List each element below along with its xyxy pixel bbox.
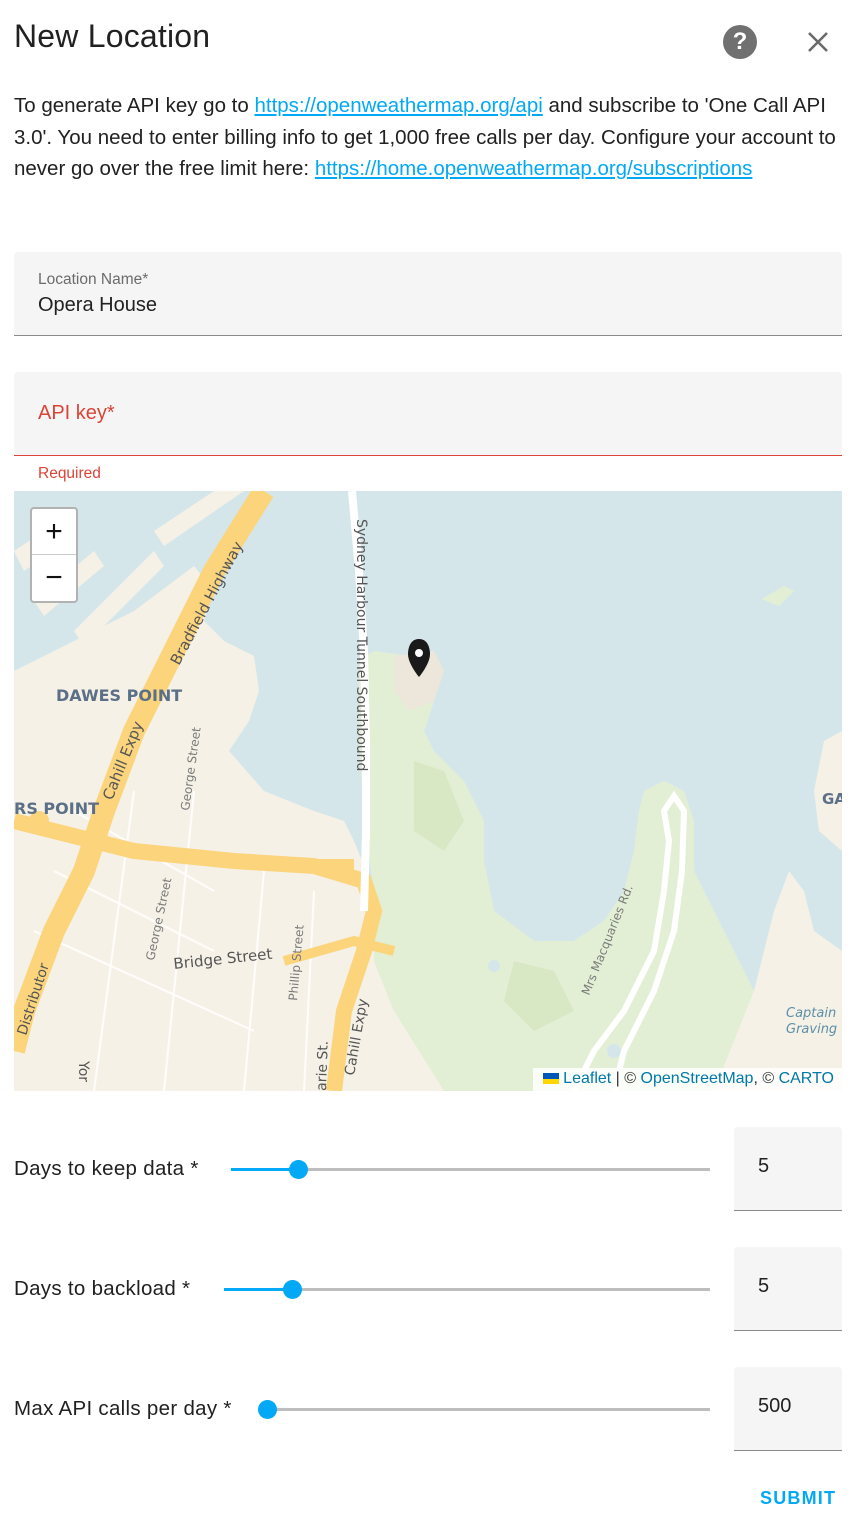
days-to-keep-thumb[interactable] (288, 1160, 308, 1179)
osm-link[interactable]: OpenStreetMap (641, 1070, 754, 1087)
close-icon[interactable] (800, 24, 836, 60)
submit-button[interactable]: SUBMIT (760, 1488, 836, 1509)
days-to-backload-row: Days to backload * (14, 1247, 842, 1331)
intro-text-1: To generate API key go to (14, 94, 255, 117)
field-underline (14, 455, 842, 456)
zoom-in-button[interactable]: + (32, 509, 76, 555)
location-name-label: Location Name* (38, 271, 149, 288)
location-name-field[interactable]: Location Name* (14, 252, 842, 336)
map-label-captain-1: Captain (786, 1006, 836, 1021)
max-api-calls-input[interactable] (758, 1395, 828, 1418)
api-key-helper: Required (38, 465, 101, 482)
api-link[interactable]: https://openweathermap.org/api (254, 94, 542, 117)
field-underline (14, 335, 842, 336)
ukraine-flag-icon (543, 1073, 560, 1084)
max-api-calls-row: Max API calls per day * (14, 1367, 842, 1451)
leaflet-link[interactable]: Leaflet (563, 1070, 611, 1087)
days-to-backload-thumb[interactable] (282, 1280, 302, 1299)
map-label-ga: GA (822, 790, 842, 808)
help-icon[interactable]: ? (723, 25, 757, 59)
max-api-calls-track[interactable] (267, 1408, 710, 1411)
days-to-keep-field[interactable] (734, 1127, 842, 1211)
location-name-input[interactable] (38, 294, 818, 317)
map-label-captain-2: Graving (786, 1022, 837, 1037)
api-key-field[interactable]: API key* (14, 372, 842, 456)
map-attribution: Leaflet | © OpenStreetMap, © CARTO (533, 1068, 842, 1091)
attribution-sep-1: | © (611, 1070, 641, 1087)
dialog-title: New Location (14, 18, 211, 54)
max-api-calls-field[interactable] (734, 1367, 842, 1451)
map-tiles[interactable]: DAWES POINT RS POINT GA Bradfield Highwa… (14, 491, 842, 1091)
subscriptions-link[interactable]: https://home.openweathermap.org/subscrip… (315, 157, 753, 180)
days-to-keep-row: Days to keep data * (14, 1127, 842, 1211)
max-api-calls-label: Max API calls per day * (14, 1397, 232, 1420)
field-underline (734, 1450, 842, 1451)
map-label-dawes-point: DAWES POINT (56, 686, 182, 705)
location-map[interactable]: DAWES POINT RS POINT GA Bradfield Highwa… (14, 491, 842, 1091)
carto-link[interactable]: CARTO (779, 1070, 834, 1087)
days-to-keep-fill (231, 1168, 299, 1171)
zoom-out-button[interactable]: − (32, 555, 76, 601)
dialog-header: New Location ? (0, 0, 853, 80)
days-to-backload-fill (224, 1288, 293, 1291)
days-to-keep-input[interactable] (758, 1155, 828, 1178)
days-to-backload-field[interactable] (734, 1247, 842, 1331)
map-label-york: Yor (75, 1060, 91, 1082)
days-to-backload-label: Days to backload * (14, 1277, 191, 1300)
max-api-calls-thumb[interactable] (257, 1400, 277, 1419)
field-underline (734, 1210, 842, 1211)
intro-text: To generate API key go to https://openwe… (14, 90, 844, 185)
field-underline (734, 1330, 842, 1331)
attribution-sep-2: , © (753, 1070, 779, 1087)
zoom-control: + − (30, 507, 78, 603)
days-to-backload-input[interactable] (758, 1275, 828, 1298)
map-label-tunnel: Sydney Harbour Tunnel Southbound (353, 519, 369, 771)
map-label-macquarie-st: arie St. (314, 1040, 332, 1091)
map-label-millers-point: RS POINT (14, 799, 99, 818)
days-to-keep-label: Days to keep data * (14, 1157, 199, 1180)
api-key-input[interactable] (38, 402, 818, 432)
